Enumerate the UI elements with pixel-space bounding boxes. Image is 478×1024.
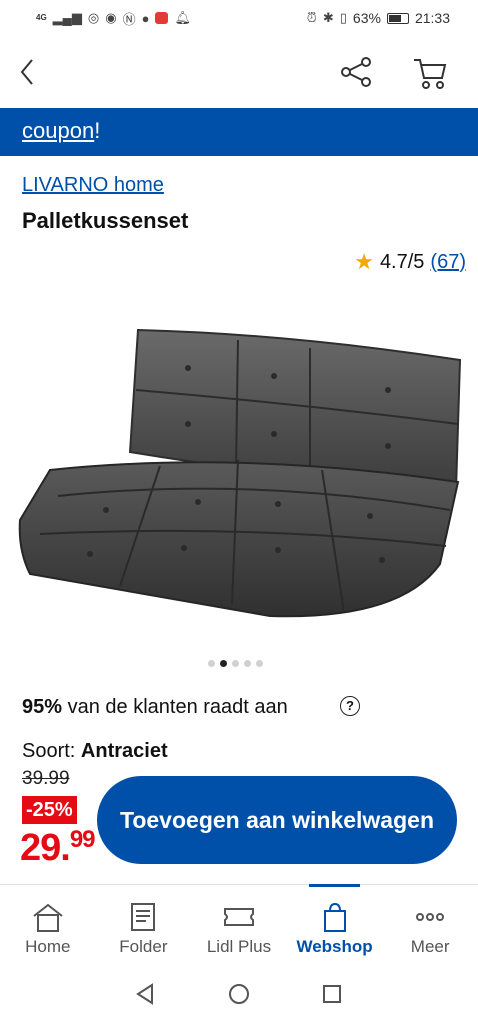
rating-value: 4.7/5 — [379, 250, 425, 273]
tab-lidl-plus[interactable]: Lidl Plus — [191, 885, 287, 964]
bluetooth-icon: ✱ — [322, 10, 334, 25]
share-icon[interactable] — [338, 56, 374, 88]
brand-link[interactable]: LIVARNO home — [22, 174, 164, 197]
gallery-dot[interactable] — [232, 660, 239, 667]
nfc-icon: Ⓝ — [122, 11, 136, 27]
discount-badge: -25% — [22, 796, 77, 824]
app-notification-icon — [155, 12, 169, 24]
alarm-icon: ⏰︎ — [306, 10, 317, 25]
gallery-dots[interactable] — [208, 660, 263, 667]
status-right: ⏰︎ ✱ ▯ 63% 21:33 — [307, 10, 450, 26]
more-icon — [416, 913, 445, 921]
tab-label: Lidl Plus — [206, 937, 272, 956]
variant-row: Soort: Antraciet — [22, 740, 168, 760]
review-count-link[interactable]: (67) — [430, 251, 466, 274]
signal-icon: ▂▄▆ — [52, 10, 82, 25]
coupon-suffix: ! — [94, 118, 101, 143]
gallery-dot-active[interactable] — [220, 660, 227, 667]
help-icon[interactable]: ? — [340, 696, 360, 716]
gallery-dot[interactable] — [244, 660, 251, 667]
product-image[interactable] — [10, 320, 468, 640]
tab-label: Meer — [410, 937, 450, 956]
price-bar: 39.99 -25% 29.99 Toevoegen aan winkelwag… — [0, 760, 478, 882]
tab-label: Home — [25, 937, 71, 956]
folder-icon — [131, 903, 156, 931]
bottom-tab-bar: Home Folder Lidl Plus Webshop Meer — [0, 884, 478, 964]
system-recents-icon[interactable] — [320, 982, 344, 1006]
variant-label: Soort: — [22, 740, 76, 760]
back-arrow-icon[interactable] — [16, 52, 40, 92]
home-icon — [33, 903, 63, 932]
clock: 21:33 — [414, 10, 450, 26]
recommend-percent: 95% — [22, 696, 63, 718]
battery-percent: 63% — [352, 10, 381, 26]
rating: ★ 4.7/5 (67) — [354, 249, 466, 275]
coupon-banner[interactable]: coupon! — [0, 108, 478, 156]
battery-icon — [386, 12, 409, 24]
current-price: 29.99 — [20, 826, 96, 870]
variant-value: Antraciet — [80, 740, 168, 760]
product-title: Palletkussenset — [22, 208, 189, 233]
network-indicator: 4G — [36, 13, 47, 22]
tab-webshop[interactable]: Webshop — [287, 884, 383, 964]
tab-label: Webshop — [296, 937, 373, 956]
eye-icon: ◉ — [105, 10, 117, 25]
ticket-icon — [223, 908, 254, 926]
vibrate-icon: ▯ — [339, 10, 347, 25]
system-home-icon[interactable] — [227, 982, 251, 1006]
top-navigation — [0, 40, 478, 106]
system-back-icon[interactable] — [134, 982, 158, 1006]
recommend-label: van de klanten raadt aan — [67, 696, 288, 718]
shopping-bag-icon — [323, 902, 346, 932]
current-price-dec: 99 — [69, 826, 96, 853]
old-price: 39.99 — [22, 768, 70, 789]
bell-icon: 🔔︎ — [174, 10, 191, 25]
tab-label: Folder — [119, 937, 168, 956]
add-to-cart-button[interactable]: Toevoegen aan winkelwagen — [97, 776, 457, 864]
tab-more[interactable]: Meer — [382, 885, 478, 964]
gallery-dot[interactable] — [208, 660, 215, 667]
status-bar: 4G ▂▄▆ ◎ ◉ Ⓝ ● 🔔︎ ⏰︎ ✱ ▯ 63% 21:33 — [0, 0, 478, 36]
messenger-icon: ● — [141, 10, 150, 26]
current-price-int: 29. — [20, 827, 71, 869]
gallery-dot[interactable] — [256, 660, 263, 667]
star-icon: ★ — [354, 249, 374, 274]
hotspot-icon: ◎ — [87, 10, 100, 25]
recommendation-text: 95% van de klanten raadt aan — [22, 696, 288, 719]
status-left: 4G ▂▄▆ ◎ ◉ Ⓝ ● 🔔︎ — [36, 9, 191, 28]
coupon-link[interactable]: coupon — [22, 118, 94, 143]
cart-icon[interactable] — [412, 56, 448, 90]
tab-folder[interactable]: Folder — [96, 885, 192, 964]
system-navigation — [0, 964, 478, 1024]
tab-home[interactable]: Home — [0, 885, 96, 964]
